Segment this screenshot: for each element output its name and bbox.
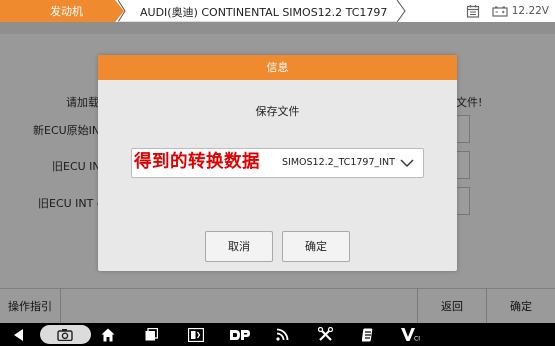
action-divider (60, 289, 61, 324)
dialog-header: 信息 (98, 55, 457, 80)
confirm-button[interactable]: 确定 (487, 289, 555, 324)
load-prompt-suffix: 文件! (456, 96, 483, 109)
dialog-title: 保存文件 (255, 105, 300, 118)
svg-text:CI: CI (414, 336, 420, 342)
back-button[interactable]: 返回 (418, 289, 486, 324)
cancel-button[interactable]: 取消 (205, 231, 273, 262)
vci-icon[interactable]: CI (400, 326, 424, 343)
breadcrumb[interactable]: AUDI(奥迪) CONTINENTAL SIMOS12.2 TC1797 (118, 0, 404, 22)
calendar-icon[interactable] (466, 4, 480, 18)
new-ecu-original-label: 新ECU原始IN (33, 124, 101, 137)
old-ecu-int-field[interactable] (456, 151, 470, 179)
ecu-icon[interactable] (360, 326, 376, 343)
back-icon[interactable] (12, 326, 26, 343)
old-ecu-int-label: 旧ECU IN (52, 160, 101, 173)
load-prompt-label: 请加载 (66, 96, 99, 109)
ok-button[interactable]: 确定 (282, 231, 350, 262)
status-area: 12.22V (466, 3, 549, 19)
wifi-icon[interactable] (274, 326, 290, 343)
vci-screen-icon[interactable] (186, 326, 206, 343)
tools-icon[interactable] (316, 326, 334, 343)
camera-icon[interactable] (56, 326, 74, 343)
old-ecu-int-e-label: 旧ECU INT e (38, 197, 104, 210)
dp-icon[interactable] (228, 326, 252, 343)
recents-icon[interactable] (143, 326, 159, 343)
chevron-down-icon[interactable] (399, 155, 415, 171)
battery-icon (492, 6, 508, 17)
home-icon[interactable] (100, 326, 116, 343)
voltage-readout: 12.22V (511, 5, 549, 17)
operation-guide-button[interactable]: 操作指引 (0, 289, 60, 324)
overlay-annotation: 得到的转换数据 (134, 152, 260, 172)
system-nav-bar: CI (0, 323, 555, 346)
breadcrumb-label: AUDI(奥迪) CONTINENTAL SIMOS12.2 TC1797 (140, 6, 388, 19)
top-bar: 发动机 AUDI(奥迪) CONTINENTAL SIMOS12.2 TC179… (0, 0, 555, 22)
new-ecu-field[interactable] (456, 115, 470, 143)
info-dialog: 信息 保存文件 SIMOS12.2_TC1797_INT 得到的转换数据 取消 … (98, 55, 457, 271)
tab-engine[interactable]: 发动机 (0, 0, 124, 22)
file-select-value: SIMOS12.2_TC1797_INT (282, 157, 395, 168)
action-bar: 操作指引 返回 确定 (0, 288, 555, 324)
tab-engine-label: 发动机 (50, 5, 83, 18)
old-ecu-int-e-field[interactable] (456, 187, 470, 215)
